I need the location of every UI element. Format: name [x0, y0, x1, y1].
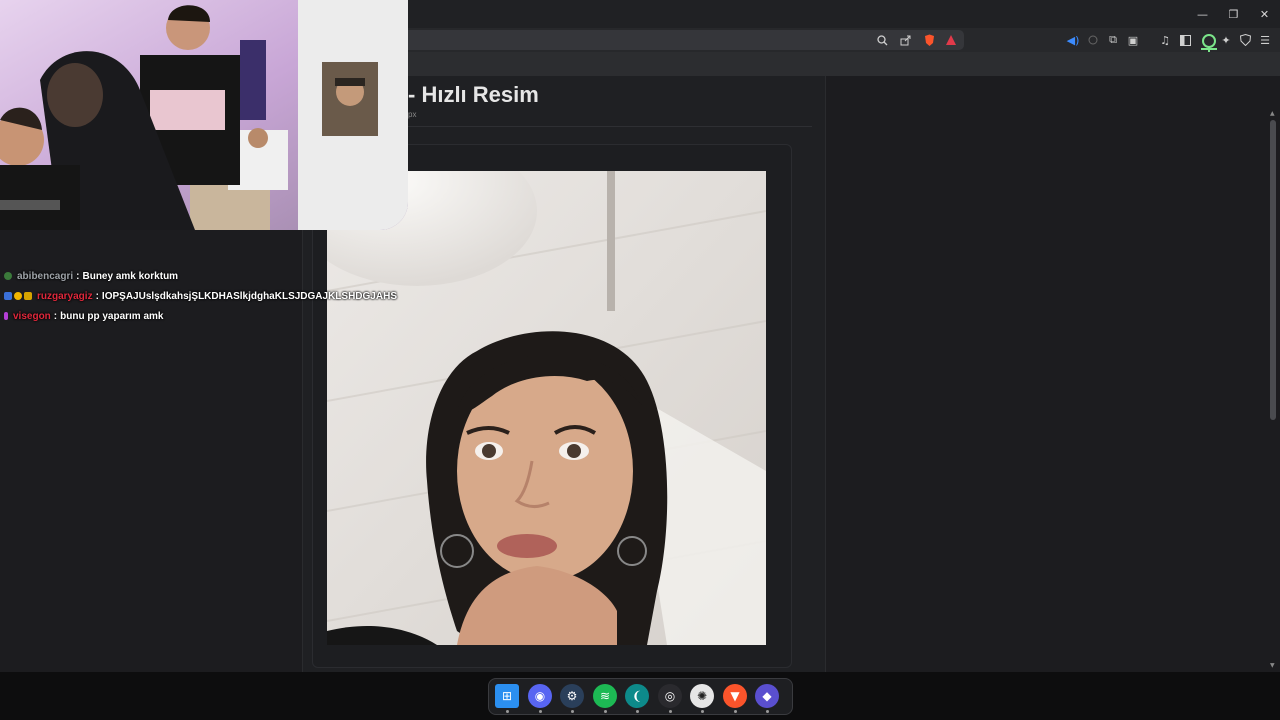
- chat-separator: :: [53, 310, 58, 322]
- page-subtitle: px: [408, 110, 417, 119]
- windows-start-icon[interactable]: ⊞: [495, 684, 519, 708]
- minimize-button[interactable]: —: [1187, 0, 1218, 28]
- music-icon[interactable]: ♫: [1158, 33, 1172, 47]
- chat-separator: :: [76, 270, 80, 282]
- chat-separator: :: [95, 290, 99, 302]
- running-indicator: [604, 710, 607, 713]
- running-indicator: [734, 710, 737, 713]
- chat-username: visegon: [13, 310, 51, 322]
- chat-badge-icon: [24, 292, 32, 300]
- running-indicator: [766, 710, 769, 713]
- running-indicator: [636, 710, 639, 713]
- chat-message: abibencagri : Buney amk korktum: [4, 266, 424, 286]
- zoom-icon[interactable]: [875, 33, 889, 47]
- scroll-up-arrow[interactable]: ▲: [1270, 110, 1278, 118]
- window-controls: — ❐ ✕: [1187, 0, 1280, 28]
- generated-image[interactable]: [327, 171, 766, 645]
- running-indicator: [571, 710, 574, 713]
- chat-badge-icon: [4, 272, 12, 280]
- running-indicator: [669, 710, 672, 713]
- brave-shields-icon[interactable]: [922, 33, 936, 47]
- steam-icon[interactable]: ⚙: [560, 684, 584, 708]
- chat-badge-icon: [14, 292, 22, 300]
- brave-browser-icon[interactable]: ▼: [723, 684, 747, 708]
- brave-rewards-icon[interactable]: [944, 33, 958, 47]
- menu-icon[interactable]: ☰: [1258, 33, 1272, 47]
- restore-button[interactable]: ❐: [1218, 0, 1249, 28]
- stream-chat-overlay: abibencagri : Buney amk korktum ruzgarya…: [4, 266, 424, 326]
- page-title: - Hızlı Resim: [408, 82, 539, 107]
- running-indicator: [701, 710, 704, 713]
- close-button[interactable]: ✕: [1249, 0, 1280, 28]
- chat-text: IOPŞAJUslşdkahsjŞLKDHASlkjdghaKLSJDGAJKL…: [101, 290, 397, 302]
- audio-playing-icon[interactable]: ◀): [1066, 33, 1080, 47]
- scroll-down-arrow[interactable]: ▼: [1270, 662, 1278, 670]
- sparkle-icon[interactable]: ✦: [1219, 33, 1233, 47]
- steelseries-icon[interactable]: ✺: [690, 684, 714, 708]
- page-scrollbar[interactable]: [1270, 120, 1276, 420]
- spotify-icon[interactable]: ≋: [593, 684, 617, 708]
- running-indicator: [539, 710, 542, 713]
- chat-username: abibencagri: [17, 270, 74, 282]
- chat-message: ruzgaryagiz : IOPŞAJUslşdkahsjŞLKDHASlkj…: [4, 286, 424, 306]
- chat-text: Buney amk korktum: [82, 270, 179, 282]
- chat-message: visegon : bunu pp yaparım amk: [4, 306, 424, 326]
- chat-badge-icon: [4, 312, 8, 320]
- chat-badge-icon: [4, 292, 12, 300]
- running-indicator: [506, 710, 509, 713]
- puzzle-extensions-icon[interactable]: ⧉: [1106, 33, 1120, 47]
- discord-icon[interactable]: ◉: [528, 684, 552, 708]
- extension-circle-icon[interactable]: [1086, 33, 1100, 47]
- chat-username: ruzgaryagiz: [37, 290, 93, 302]
- sidebar-icon[interactable]: [1178, 33, 1192, 47]
- webcam-overlay: [0, 0, 408, 230]
- share-icon[interactable]: [898, 33, 912, 47]
- screenshot-icon[interactable]: ▣: [1126, 33, 1140, 47]
- chat-text: bunu pp yaparım amk: [60, 310, 164, 322]
- aura-app-icon[interactable]: ❨: [625, 684, 649, 708]
- linear-app-icon[interactable]: ◆: [755, 684, 779, 708]
- obs-icon[interactable]: ◎: [658, 684, 682, 708]
- vpn-shield-icon[interactable]: [1238, 33, 1252, 47]
